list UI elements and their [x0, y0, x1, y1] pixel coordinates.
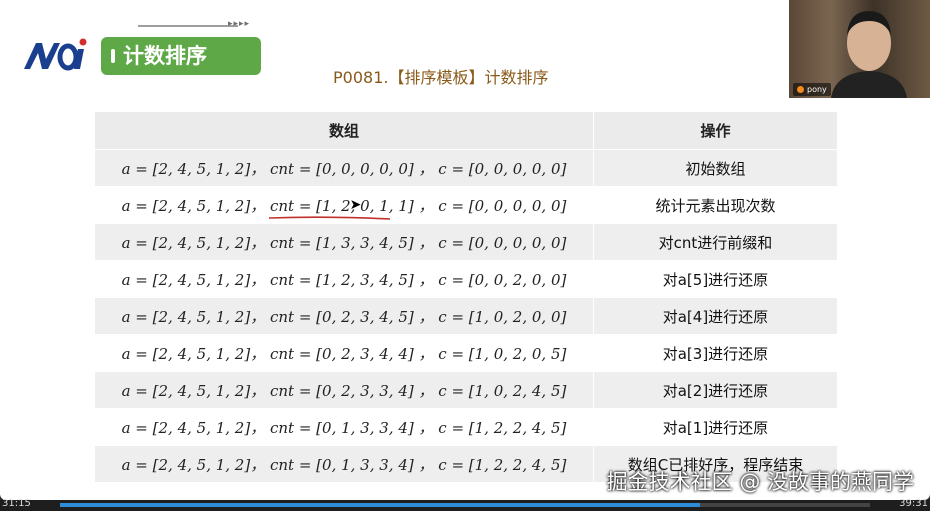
row-math: a = [2, 4, 5, 1, 2]， cnt = [0, 2, 3, 4, …: [94, 297, 594, 335]
decorative-arrows-icon: ▸▸▸▸: [228, 19, 251, 29]
row-operation: 统计元素出现次数: [592, 186, 839, 224]
row-operation: 对a[1]进行还原: [592, 408, 839, 446]
counting-sort-table: 数组 操作 a = [2, 4, 5, 1, 2]， cnt = [0, 0, …: [94, 111, 839, 483]
table-row: a = [2, 4, 5, 1, 2]， cnt = [0, 1, 3, 3, …: [94, 408, 839, 446]
presenter-name: pony: [807, 85, 827, 94]
row-operation: 初始数组: [592, 149, 839, 187]
red-underline-annotation: [268, 215, 390, 220]
progress-bar[interactable]: [60, 503, 870, 507]
progress-fill: [60, 503, 700, 507]
table-row: a = [2, 4, 5, 1, 2]， cnt = [0, 0, 0, 0, …: [94, 149, 839, 187]
row-operation: 对a[3]进行还原: [592, 334, 839, 372]
row-operation: 对a[2]进行还原: [592, 371, 839, 409]
table-header-row: 数组 操作: [94, 111, 839, 150]
mic-icon: [797, 86, 804, 93]
watermark: 掘金技术社区 @ 没故事的燕同学: [606, 470, 914, 494]
header-array: 数组: [94, 111, 594, 150]
presenter-video[interactable]: pony: [789, 0, 930, 98]
row-math: a = [2, 4, 5, 1, 2]， cnt = [1, 2, 0, 1, …: [121, 196, 567, 215]
presenter-avatar-icon: [831, 11, 907, 98]
row-math-cell: a = [2, 4, 5, 1, 2]， cnt = [1, 2, 0, 1, …: [94, 186, 594, 224]
row-math: a = [2, 4, 5, 1, 2]， cnt = [1, 3, 3, 4, …: [94, 223, 594, 261]
row-operation: 对a[4]进行还原: [592, 297, 839, 335]
row-math: a = [2, 4, 5, 1, 2]， cnt = [0, 1, 3, 3, …: [94, 445, 594, 483]
time-total: 39:31: [899, 498, 928, 509]
section-title: 计数排序: [101, 37, 261, 75]
row-math: a = [2, 4, 5, 1, 2]， cnt = [0, 0, 0, 0, …: [94, 149, 594, 187]
slide-canvas: ▸▸▸▸ 计数排序 P0081.【排序模板】计数排序 数组 操作 a = [2,…: [0, 0, 930, 500]
time-elapsed: 31:15: [2, 498, 31, 509]
mouse-cursor-icon: ➤: [349, 196, 362, 213]
math-wrap: a = [2, 4, 5, 1, 2]， cnt = [1, 2, 0, 1, …: [121, 195, 567, 220]
row-math: a = [2, 4, 5, 1, 2]， cnt = [1, 2, 3, 4, …: [94, 260, 594, 298]
table-row: a = [2, 4, 5, 1, 2]， cnt = [0, 2, 3, 4, …: [94, 334, 839, 372]
table-row: a = [2, 4, 5, 1, 2]， cnt = [1, 2, 3, 4, …: [94, 260, 839, 298]
row-math: a = [2, 4, 5, 1, 2]， cnt = [0, 2, 3, 4, …: [94, 334, 594, 372]
noi-logo-icon: [24, 38, 87, 71]
noi-logo: [20, 35, 90, 75]
decorative-line: [138, 25, 238, 27]
presenter-name-tag: pony: [793, 83, 831, 96]
table-row: a = [2, 4, 5, 1, 2]， cnt = [1, 2, 0, 1, …: [94, 186, 839, 224]
row-operation: 对a[5]进行还原: [592, 260, 839, 298]
table-row: a = [2, 4, 5, 1, 2]， cnt = [0, 2, 3, 3, …: [94, 371, 839, 409]
table-row: a = [2, 4, 5, 1, 2]， cnt = [0, 2, 3, 4, …: [94, 297, 839, 335]
row-math: a = [2, 4, 5, 1, 2]， cnt = [0, 1, 3, 3, …: [94, 408, 594, 446]
row-math: a = [2, 4, 5, 1, 2]， cnt = [0, 2, 3, 3, …: [94, 371, 594, 409]
problem-title: P0081.【排序模板】计数排序: [333, 68, 549, 87]
row-operation: 对cnt进行前缀和: [592, 223, 839, 261]
table-row: a = [2, 4, 5, 1, 2]， cnt = [1, 3, 3, 4, …: [94, 223, 839, 261]
header-operation: 操作: [592, 111, 839, 150]
